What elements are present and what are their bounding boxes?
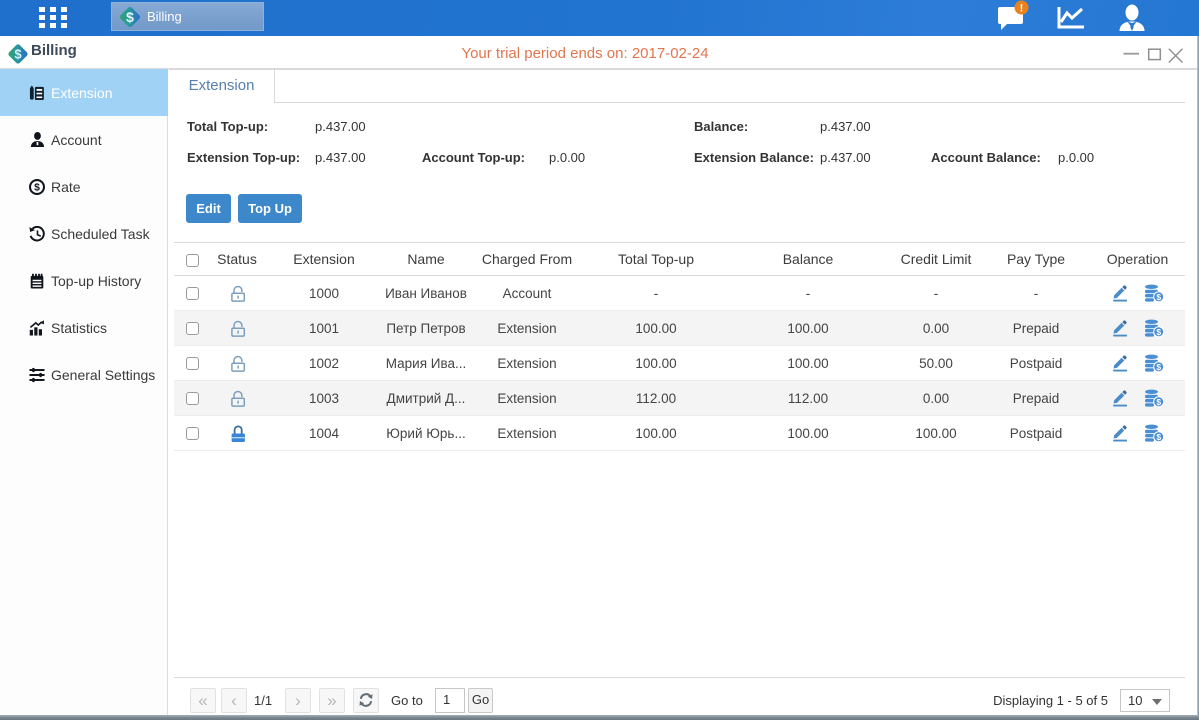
svg-text:$: $: [1156, 397, 1161, 407]
svg-text:$: $: [1156, 292, 1161, 302]
svg-text:$: $: [14, 47, 22, 62]
svg-text:$: $: [1156, 327, 1161, 337]
svg-text:$: $: [1156, 362, 1161, 372]
svg-text:$: $: [126, 9, 134, 25]
svg-text:$: $: [34, 182, 40, 193]
svg-text:$: $: [1156, 432, 1161, 442]
svg-text:!: !: [1020, 3, 1024, 15]
